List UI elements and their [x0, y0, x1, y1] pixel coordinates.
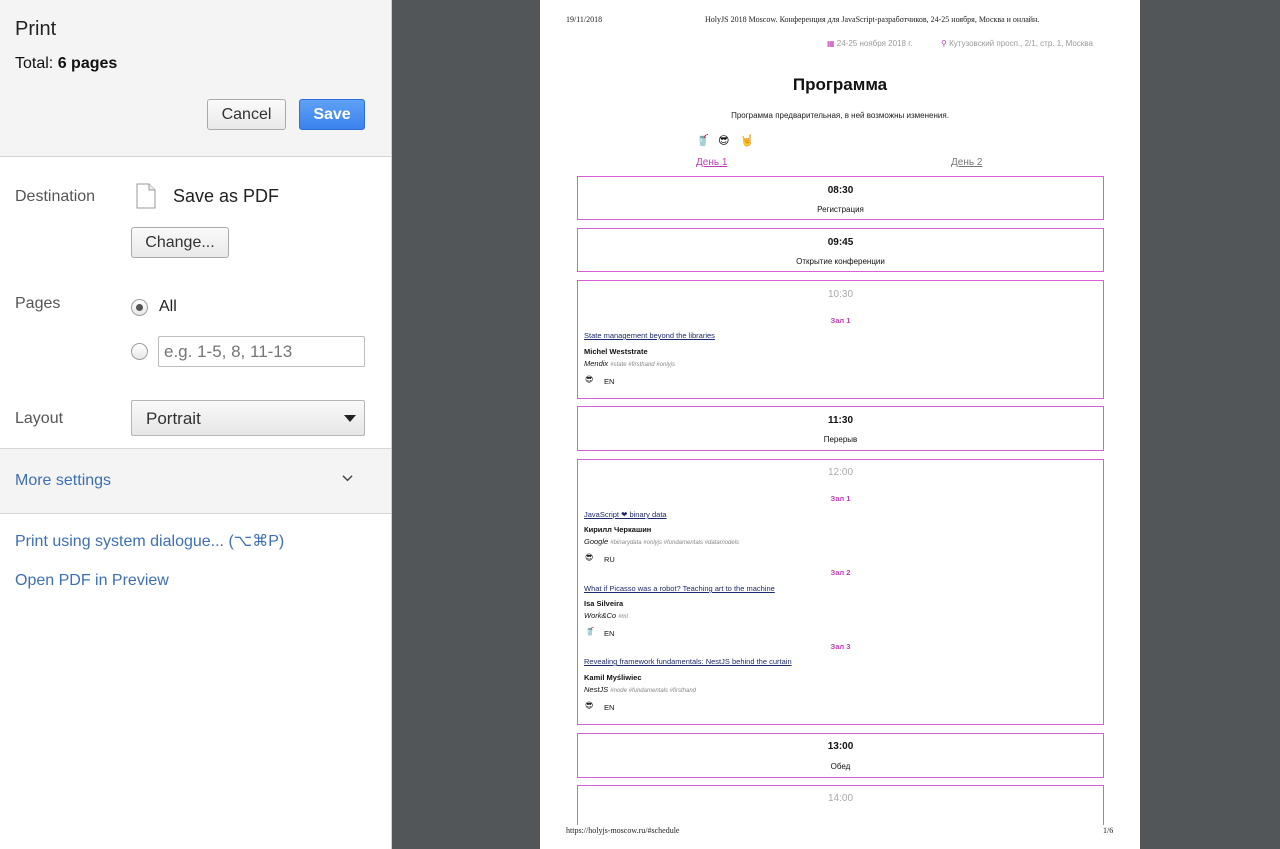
talk-language: EN: [604, 703, 615, 712]
talk-language: EN: [604, 377, 615, 386]
page-title: Программа: [792, 75, 888, 94]
total-value: 6 pages: [57, 55, 118, 72]
layout-select-value: Portrait: [146, 409, 201, 428]
slot-time: 11:30: [827, 415, 854, 426]
preview-page: 19/11/2018 HolyJS 2018 Moscow. Конференц…: [540, 0, 1140, 849]
slot-time: 09:45: [827, 237, 854, 248]
talk-tags: #binarydata #onlyjs #fundamentals #datam…: [610, 540, 740, 546]
pages-all-radio[interactable]: [131, 299, 148, 316]
more-settings-label: More settings: [15, 472, 112, 489]
slot-time: 12:00: [827, 467, 854, 478]
print-settings-panel: Print Total: 6 pages Cancel Save Destina…: [0, 0, 392, 849]
slot-time: 13:00: [827, 741, 854, 752]
destination-label: Destination: [15, 188, 96, 205]
tab-day-1[interactable]: День 1: [696, 157, 727, 168]
rock-hand-icon: 🤘: [740, 135, 754, 147]
hall-label: Зал 2: [830, 568, 851, 577]
pages-all-label: All: [159, 298, 177, 315]
schedule-slot: 13:00 Обед: [577, 733, 1104, 778]
event-location: ⚲ Кутузовский просп., 2/1, стр. 1, Москв…: [941, 39, 1093, 48]
layout-select[interactable]: Portrait: [131, 400, 365, 436]
slot-time: 10:30: [827, 289, 854, 300]
hall-label: Зал 1: [830, 316, 851, 325]
talk-tags: #ml: [618, 614, 628, 620]
talk-tags: #node #fundamentals #firsthand: [610, 688, 697, 694]
slot-caption: Обед: [830, 762, 851, 771]
talk-title-link[interactable]: What if Picasso was a robot? Teaching ar…: [584, 584, 775, 593]
level-icon: 🥤: [585, 627, 595, 636]
caret-down-icon: [344, 415, 356, 422]
event-dates-text: 24-25 ноября 2018 г.: [836, 39, 913, 48]
speaker-company: NestJS #node #fundamentals #firsthand: [584, 685, 696, 694]
slot-time: 14:00: [827, 793, 854, 804]
speaker-name: Кирилл Черкашин: [584, 525, 652, 534]
more-settings-toggle[interactable]: More settings: [0, 448, 391, 514]
tab-day-2[interactable]: День 2: [951, 157, 982, 168]
company-name: Mendix: [584, 359, 609, 368]
company-name: NestJS: [584, 685, 609, 694]
total-label: Total:: [15, 55, 54, 72]
print-title: Print: [15, 18, 57, 40]
pages-range-radio[interactable]: [131, 343, 148, 360]
speaker-name: Michel Weststrate: [584, 347, 648, 356]
open-pdf-preview-link[interactable]: Open PDF in Preview: [15, 572, 169, 590]
slot-caption: Регистрация: [817, 205, 864, 214]
pages-label: Pages: [15, 295, 61, 312]
change-destination-button[interactable]: Change...: [131, 227, 229, 258]
slot-caption: Перерыв: [823, 435, 858, 444]
footer-page-number: 1/6: [1103, 826, 1114, 835]
level-icon: 😎: [585, 375, 594, 384]
level-icon: 😎: [585, 553, 594, 562]
print-header: Print Total: 6 pages Cancel Save: [0, 0, 391, 157]
save-button[interactable]: Save: [299, 99, 365, 130]
speaker-name: Kamil Myśliwiec: [584, 673, 642, 682]
header-date: 19/11/2018: [566, 15, 603, 24]
destination-value: Save as PDF: [173, 186, 280, 206]
document-icon: [136, 183, 156, 209]
system-dialogue-link[interactable]: Print using system dialogue... (⌥⌘P): [15, 531, 284, 551]
footer-url: https://holyjs-moscow.ru/#schedule: [566, 826, 680, 835]
header-title: HolyJS 2018 Moscow. Конференция для Java…: [705, 15, 1040, 24]
schedule-slot: 10:30 Зал 1 State management beyond the …: [577, 280, 1104, 399]
talk-language: EN: [604, 629, 615, 638]
talk-tags: #state #firsthand #onlyjs: [610, 362, 675, 368]
event-location-text: Кутузовский просп., 2/1, стр. 1, Москва: [949, 39, 1093, 48]
speaker-company: Google #binarydata #onlyjs #fundamentals…: [584, 537, 739, 546]
schedule-slot: 12:00 Зал 1 JavaScript ❤ binary data Кир…: [577, 459, 1104, 725]
talk-title-link[interactable]: State management beyond the libraries: [584, 331, 715, 340]
event-dates: ▦ 24-25 ноября 2018 г.: [827, 39, 912, 48]
speaker-company: Mendix #state #firsthand #onlyjs: [584, 359, 675, 368]
cancel-button[interactable]: Cancel: [207, 99, 286, 130]
talk-title-link[interactable]: JavaScript ❤ binary data: [584, 510, 667, 519]
chevron-down-icon: [342, 475, 353, 482]
schedule-slot: 11:30 Перерыв: [577, 406, 1104, 451]
layout-label: Layout: [15, 410, 64, 427]
drink-icon: 🥤: [696, 135, 710, 147]
schedule-slot: 08:30 Регистрация: [577, 176, 1104, 220]
level-icon: 😎: [585, 701, 594, 710]
slot-caption: Открытие конференции: [796, 257, 885, 266]
calendar-icon: ▦: [827, 39, 835, 48]
talk-title-link[interactable]: Revealing framework fundamentals: NestJS…: [584, 657, 792, 666]
pages-range-input[interactable]: [158, 336, 365, 367]
location-pin-icon: ⚲: [941, 39, 947, 48]
hall-label: Зал 1: [830, 494, 851, 503]
hall-label: Зал 3: [830, 642, 851, 651]
print-preview-area[interactable]: 19/11/2018 HolyJS 2018 Moscow. Конференц…: [392, 0, 1280, 849]
total-pages: Total: 6 pages: [15, 55, 117, 73]
speaker-company: Work&Co #ml: [584, 611, 628, 620]
company-name: Google: [584, 537, 609, 546]
schedule-slot: 09:45 Открытие конференции: [577, 228, 1104, 272]
slot-time: 08:30: [827, 185, 854, 196]
company-name: Work&Co: [584, 611, 617, 620]
speaker-name: Isa Silveira: [584, 599, 624, 608]
talk-language: RU: [604, 555, 615, 564]
page-subtitle: Программа предварительная, в ней возможн…: [731, 111, 949, 120]
sunglasses-face-icon: 😎: [718, 135, 730, 147]
schedule-slot: 14:00: [577, 785, 1104, 825]
